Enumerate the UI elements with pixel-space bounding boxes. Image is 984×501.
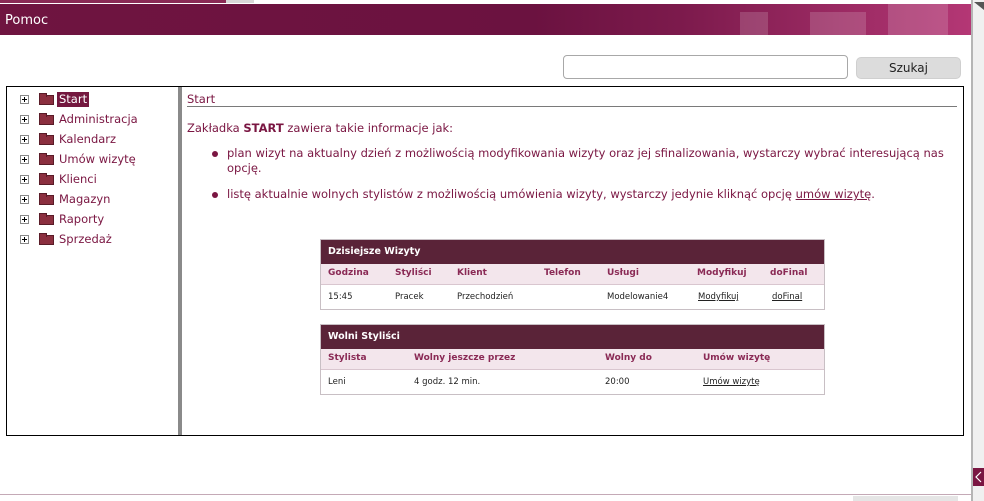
column-header: doFinal bbox=[770, 268, 808, 278]
folder-icon bbox=[39, 233, 54, 245]
heading-rule bbox=[187, 106, 957, 107]
tree-item-label[interactable]: Sprzedaż bbox=[57, 232, 114, 247]
cell-modyfikuj: Modyfikuj bbox=[698, 292, 739, 302]
bullet-dot-icon bbox=[212, 151, 218, 157]
corner-icon bbox=[974, 2, 984, 10]
bottom-rule bbox=[0, 494, 971, 495]
tree-item-label[interactable]: Klienci bbox=[57, 172, 99, 187]
table-row: 15:45 Pracek Przechodzień Modelowanie4 M… bbox=[321, 285, 824, 309]
column-header: Styliści bbox=[395, 268, 432, 278]
modyfikuj-link[interactable]: Modyfikuj bbox=[698, 292, 739, 302]
column-header: Godzina bbox=[328, 268, 369, 278]
expand-plus-icon[interactable] bbox=[20, 135, 29, 144]
column-header: Wolny do bbox=[605, 353, 652, 363]
bullet2-prefix: listę aktualnie wolnych stylistów z możl… bbox=[227, 187, 796, 201]
visits-table-header: Godzina Styliści Klient Telefon Usługi M… bbox=[321, 264, 824, 285]
cell-wolny-przez: 4 godz. 12 min. bbox=[414, 377, 481, 387]
expand-plus-icon[interactable] bbox=[20, 215, 29, 224]
cell-dofinal: doFinal bbox=[772, 292, 802, 302]
folder-icon bbox=[39, 133, 54, 145]
folder-icon bbox=[39, 213, 54, 225]
visits-table-title: Dzisiejsze Wizyty bbox=[321, 240, 824, 264]
tree-item-label[interactable]: Umów wizytę bbox=[57, 152, 138, 167]
cell-stylista: Leni bbox=[328, 377, 346, 387]
expand-plus-icon[interactable] bbox=[20, 235, 29, 244]
folder-icon bbox=[39, 193, 54, 205]
intro-suffix: zawiera takie informacje jak: bbox=[283, 121, 454, 135]
intro-bold: START bbox=[243, 121, 284, 135]
top-strip-gray bbox=[226, 0, 254, 3]
umow-wizyte-table-link[interactable]: Umów wizytę bbox=[703, 377, 760, 387]
intro-text: Zakładka START zawiera takie informacje … bbox=[187, 121, 453, 135]
expand-plus-icon[interactable] bbox=[20, 115, 29, 124]
page-title: Start bbox=[187, 92, 216, 106]
title-bar-decoration bbox=[810, 12, 866, 35]
bottom-button-edge[interactable] bbox=[853, 496, 958, 501]
dofinal-link[interactable]: doFinal bbox=[772, 292, 802, 302]
expand-plus-icon[interactable] bbox=[20, 195, 29, 204]
column-header: Klient bbox=[457, 268, 487, 278]
cell-wolny-do: 20:00 bbox=[605, 377, 630, 387]
column-header: Stylista bbox=[328, 353, 367, 363]
cell-umow: Umów wizytę bbox=[703, 377, 760, 387]
column-header: Usługi bbox=[607, 268, 639, 278]
title-bar: Pomoc bbox=[0, 4, 971, 35]
bullet-text: listę aktualnie wolnych stylistów z możl… bbox=[227, 187, 947, 202]
expand-arrow-icon[interactable] bbox=[973, 468, 984, 486]
right-rail-border bbox=[971, 0, 973, 501]
cell-godzina: 15:45 bbox=[328, 292, 353, 302]
umow-wizyte-link[interactable]: umów wizytę bbox=[796, 187, 872, 201]
tree-item-label[interactable]: Magazyn bbox=[57, 192, 112, 207]
folder-icon bbox=[39, 93, 54, 105]
expand-plus-icon[interactable] bbox=[20, 95, 29, 104]
help-tree: Start Administracja Kalendarz Umów wizyt… bbox=[7, 87, 178, 435]
bullet2-suffix: . bbox=[871, 187, 875, 201]
tree-item-label[interactable]: Administracja bbox=[57, 112, 140, 127]
cell-stylisci: Pracek bbox=[395, 292, 424, 302]
column-header: Umów wizytę bbox=[703, 353, 771, 363]
help-panel: Start Administracja Kalendarz Umów wizyt… bbox=[6, 86, 964, 436]
tree-item-label[interactable]: Kalendarz bbox=[57, 132, 118, 147]
tree-item-label[interactable]: Raporty bbox=[57, 212, 106, 227]
free-stylists-table: Wolni Styliści Stylista Wolny jeszcze pr… bbox=[320, 324, 825, 395]
title-bar-decoration bbox=[740, 12, 768, 35]
top-strip-accent bbox=[0, 0, 226, 3]
expand-plus-icon[interactable] bbox=[20, 175, 29, 184]
folder-icon bbox=[39, 153, 54, 165]
bullet-dot-icon bbox=[212, 192, 218, 198]
column-header: Wolny jeszcze przez bbox=[414, 353, 516, 363]
bullet-text: plan wizyt na aktualny dzień z możliwośc… bbox=[227, 146, 944, 175]
column-header: Modyfikuj bbox=[697, 268, 747, 278]
help-content: Start Zakładka START zawiera takie infor… bbox=[187, 87, 958, 435]
folder-icon bbox=[39, 113, 54, 125]
search-input[interactable] bbox=[563, 55, 848, 79]
column-header: Telefon bbox=[544, 268, 581, 278]
title-bar-decoration bbox=[888, 4, 948, 35]
folder-icon bbox=[39, 173, 54, 185]
tree-item-label[interactable]: Start bbox=[57, 92, 90, 107]
window-title: Pomoc bbox=[5, 13, 49, 28]
intro-prefix: Zakładka bbox=[187, 121, 244, 135]
free-stylists-table-header: Stylista Wolny jeszcze przez Wolny do Um… bbox=[321, 349, 824, 370]
table-row: Leni 4 godz. 12 min. 20:00 Umów wizytę bbox=[321, 370, 824, 394]
expand-plus-icon[interactable] bbox=[20, 155, 29, 164]
right-scroll-rail[interactable] bbox=[971, 0, 984, 501]
panel-divider[interactable] bbox=[178, 87, 182, 435]
free-stylists-table-title: Wolni Styliści bbox=[321, 325, 824, 349]
visits-table: Dzisiejsze Wizyty Godzina Styliści Klien… bbox=[320, 239, 825, 310]
cell-klient: Przechodzień bbox=[457, 292, 514, 302]
cell-uslugi: Modelowanie4 bbox=[607, 292, 669, 302]
search-button[interactable]: Szukaj bbox=[856, 57, 961, 79]
